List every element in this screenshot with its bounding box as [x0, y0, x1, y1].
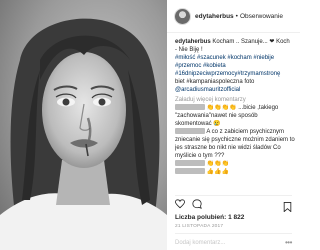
follow-status-button[interactable]: Obserwowanie [240, 13, 283, 20]
comment-line: 👏👏👏👏 ...bicie ,takiego [175, 104, 297, 112]
comment-line: 👍👍👍 [175, 168, 297, 176]
comment-username-redacted[interactable] [175, 168, 205, 174]
post-actions [175, 199, 202, 209]
caption-line: - Nie Biję ! [175, 47, 203, 53]
post-side-panel: edytaherbus • Obserwowanie edytaherbus K… [167, 0, 300, 250]
post-photo[interactable] [0, 0, 167, 250]
comment-line: "zachowania"nawet nie sposób [175, 113, 258, 119]
divider [175, 195, 292, 196]
comment-text: 👏👏👏 [206, 161, 230, 167]
post-date[interactable]: 21 LISTOPADA 2017 [175, 224, 223, 229]
comment-line: myślicie o tym ??? [175, 153, 225, 159]
divider [175, 233, 292, 234]
caption-hashtags[interactable]: #przemoc #kobieta [175, 62, 297, 70]
comments-section: edytaherbus Kocham .. Szanuje... ❤ Koch … [175, 38, 297, 176]
load-more-comments-link[interactable]: Załaduj więcej komentarzy [175, 96, 297, 104]
avatar[interactable] [174, 7, 191, 25]
caption-line: edytaherbus Kocham .. Szanuje... ❤ Koch [175, 38, 297, 46]
caption-hashtags[interactable]: #16dnipzeciwprzemocy#trzymamstronę [175, 70, 297, 78]
caption-text: Kocham .. Szanuje... ❤ Koch [212, 39, 290, 45]
comment-text: 👍👍👍 [206, 169, 230, 175]
caption-hashtags[interactable]: biet #kampaniaspoleczna foto [175, 78, 297, 86]
comment-icon[interactable] [192, 199, 202, 209]
more-options-icon[interactable]: ••• [285, 238, 292, 247]
comment-line: zniecanie się psychiczne możnim zdaniem … [175, 137, 295, 143]
comment-username-redacted[interactable] [175, 160, 205, 166]
post-header: edytaherbus • Obserwowanie [167, 0, 300, 33]
bookmark-icon[interactable] [283, 199, 292, 217]
comment-line: skomentować 😢 [175, 121, 221, 127]
comment-line: A co z zabiciem psychicznym [175, 128, 297, 136]
caption-hashtags[interactable]: #miłość #szacunek #kocham #niebije [175, 54, 297, 62]
caption-username[interactable]: edytaherbus [175, 39, 211, 45]
header-username[interactable]: edytaherbus [195, 13, 234, 20]
comment-text: 👏👏👏👏 ...bicie ,takiego [206, 105, 279, 111]
likes-count[interactable]: Liczba polubień: 1 822 [175, 214, 244, 221]
comment-line: 👏👏👏 [175, 160, 297, 168]
header-separator: • [235, 12, 238, 20]
portrait-photo [0, 0, 167, 250]
add-comment-input[interactable]: Dodaj komentarz... [175, 240, 225, 246]
comment-line: jes straszne bo nikt nie widzi śladów Co [175, 145, 281, 151]
comment-text: A co z zabiciem psychicznym [206, 129, 285, 135]
caption-mention[interactable]: @arcadiusmauritzofficial [175, 86, 297, 94]
heart-icon[interactable] [175, 199, 185, 209]
comment-username-redacted[interactable] [175, 128, 205, 134]
comment-username-redacted[interactable] [175, 104, 205, 110]
